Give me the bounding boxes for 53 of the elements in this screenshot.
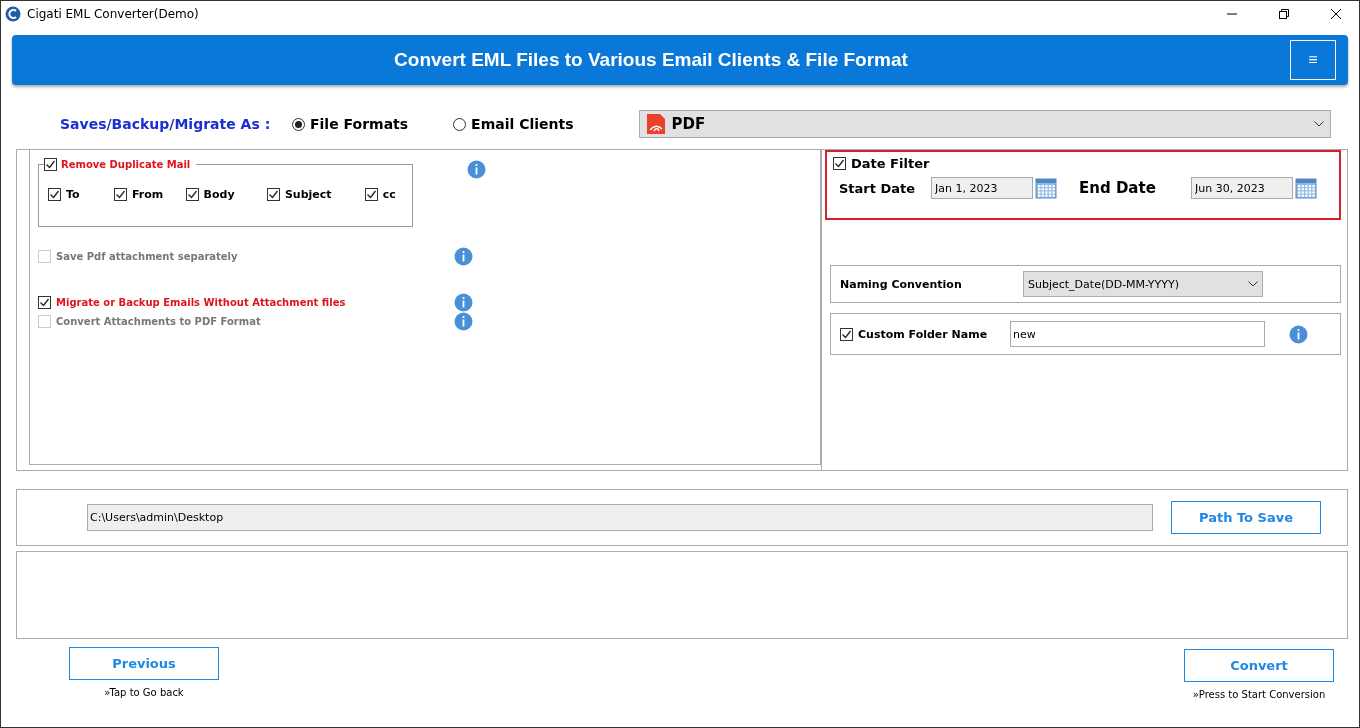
info-icon[interactable] [467, 160, 486, 179]
radio-option[interactable]: File Formats [292, 116, 409, 132]
path-field[interactable]: C:\Users\admin\Desktop [87, 504, 1153, 531]
naming-dropdown[interactable]: Subject_Date(DD-MM-YYYY) [1023, 271, 1263, 297]
option-label: Remove Duplicate Mail [61, 159, 191, 170]
restore-icon [1279, 9, 1289, 19]
radio-option[interactable]: Email Clients [453, 116, 574, 132]
checkbox[interactable] [44, 158, 57, 171]
field-checkbox[interactable]: Body [185, 188, 261, 201]
previous-button[interactable]: Previous [69, 647, 219, 680]
option-label: Convert Attachments to PDF Format [56, 316, 262, 327]
checkbox[interactable] [364, 188, 378, 201]
convert-hint: »Press to Start Conversion [1192, 689, 1326, 700]
option-label: Save Pdf attachment separately [56, 251, 239, 262]
calendar-icon[interactable] [1295, 177, 1317, 199]
previous-hint: »Tap to Go back [104, 687, 184, 698]
checkbox[interactable] [48, 188, 61, 201]
start-date-label: Start Date [838, 180, 917, 196]
custom-folder-checkbox[interactable]: Custom Folder Name [840, 327, 1010, 341]
checkbox[interactable] [840, 327, 853, 341]
menu-button[interactable]: ≡ [1290, 40, 1336, 80]
header-title: Convert EML Files to Various Email Clients & File Format [393, 49, 909, 71]
close-icon [1331, 9, 1341, 19]
date-filter-checkbox[interactable]: Date Filter [833, 156, 1333, 171]
chevron-down-icon [1248, 281, 1258, 287]
field-checkbox[interactable]: To [48, 188, 108, 201]
checkbox[interactable] [266, 188, 280, 201]
info-icon[interactable] [454, 293, 473, 312]
naming-label: Naming Convention [840, 277, 963, 291]
field-checkbox[interactable]: From [113, 188, 180, 201]
field-checkbox[interactable]: cc [364, 188, 413, 201]
checkbox[interactable] [185, 188, 199, 201]
saves-label: Saves/Backup/Migrate As : [60, 116, 272, 132]
end-date-field[interactable]: Jun 30, 2023 [1191, 177, 1293, 199]
app-logo-icon [5, 6, 21, 22]
checkbox[interactable] [113, 188, 127, 201]
pdf-file-icon [645, 113, 666, 135]
info-icon[interactable] [454, 312, 473, 331]
info-icon[interactable] [1289, 324, 1308, 344]
field-checkbox[interactable]: Subject [266, 188, 359, 201]
end-date-label: End Date [1078, 179, 1157, 197]
start-date-field[interactable]: Jan 1, 2023 [931, 177, 1033, 199]
checkbox[interactable] [38, 296, 51, 309]
chevron-down-icon [1313, 121, 1324, 127]
calendar-icon[interactable] [1035, 177, 1057, 199]
option-label: Migrate or Backup Emails Without Attachment files [56, 297, 347, 308]
path-to-save-button[interactable]: Path To Save [1171, 501, 1321, 534]
format-dropdown[interactable]: PDF [638, 110, 1331, 138]
folder-name-field[interactable]: new [1010, 321, 1265, 347]
checkbox[interactable] [833, 157, 846, 170]
convert-button[interactable]: Convert [1184, 649, 1334, 682]
window-title: Cigati EML Converter(Demo) [27, 7, 200, 21]
info-icon[interactable] [454, 247, 473, 266]
